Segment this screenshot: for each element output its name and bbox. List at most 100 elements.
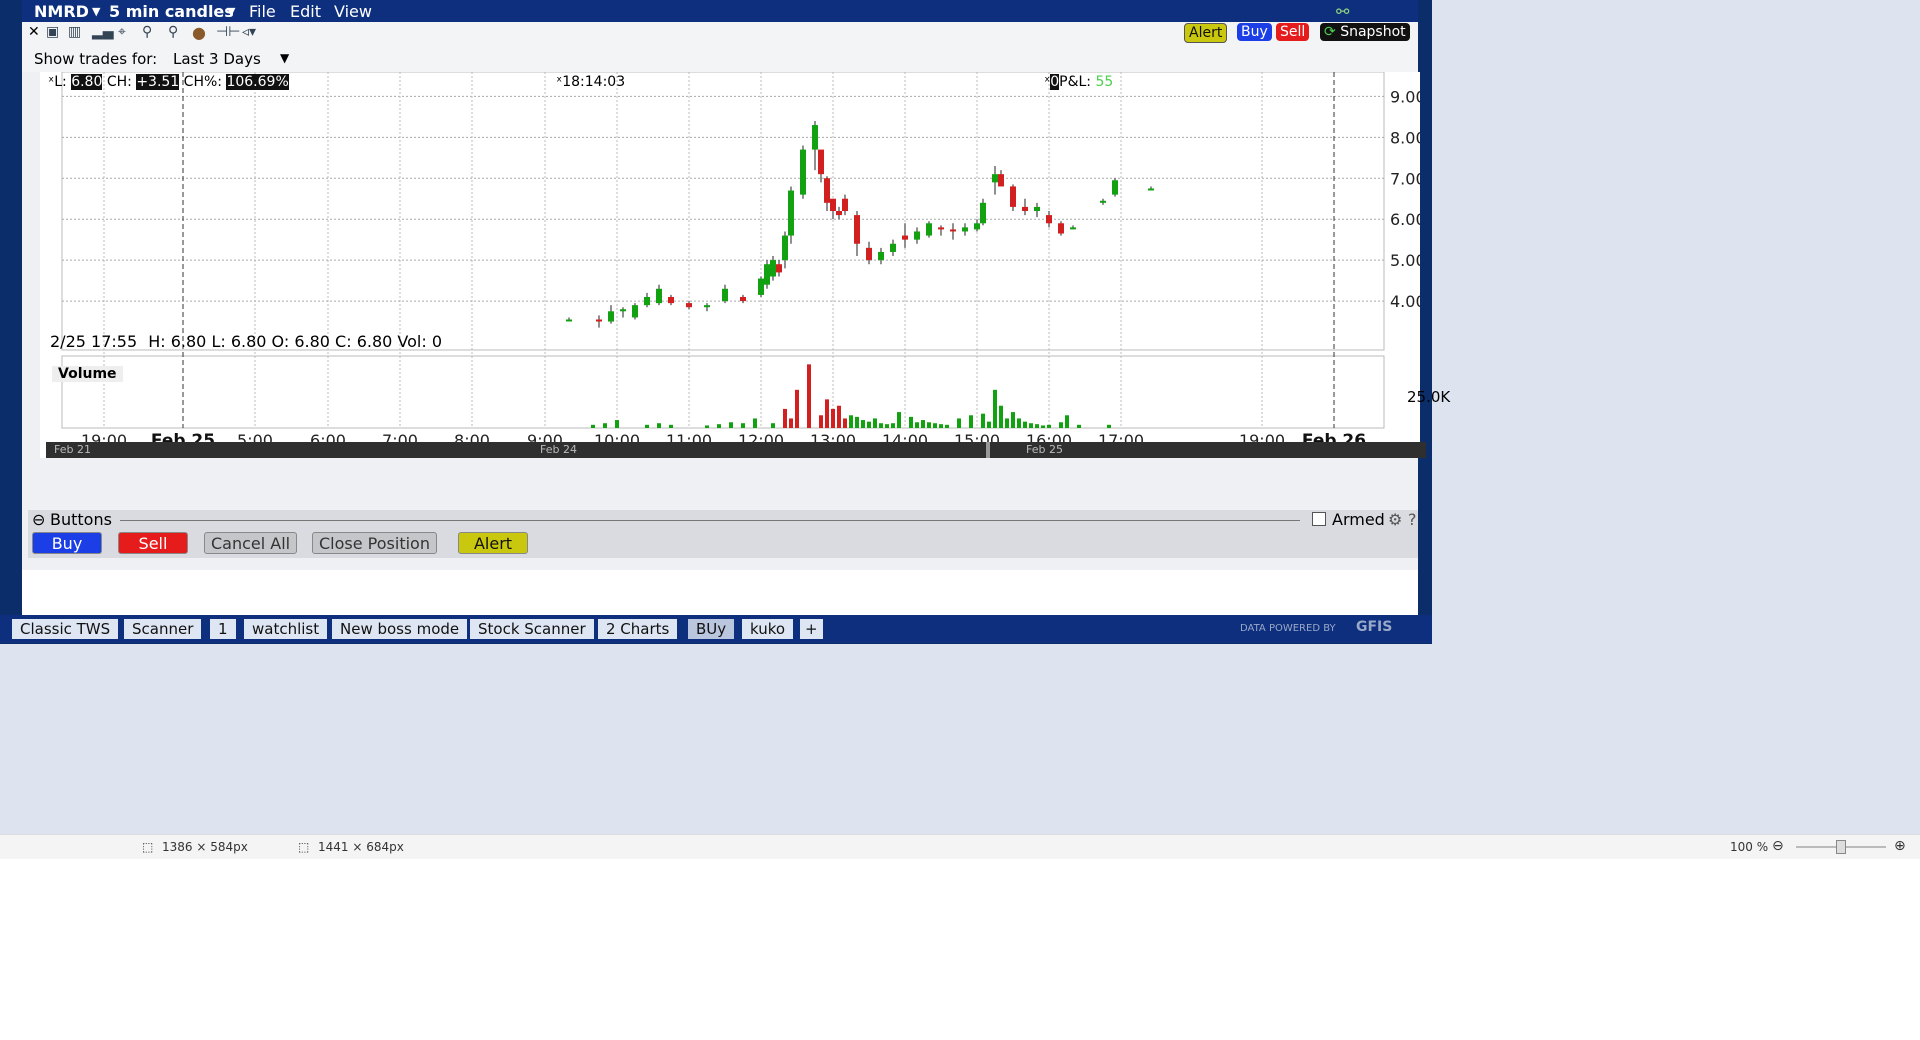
y-tick-label: 6.00	[1390, 210, 1420, 229]
link-icon[interactable]: ⚯	[1336, 2, 1349, 21]
candle-body	[770, 260, 776, 277]
data-powered-by: DATA POWERED BY	[1240, 623, 1336, 634]
timeframe-label[interactable]: 5 min candles	[109, 2, 234, 21]
menu-view[interactable]: View	[334, 2, 372, 21]
candle-body	[740, 296, 746, 302]
header-snapshot-button[interactable]: ⟳ Snapshot	[1320, 23, 1410, 41]
volume-bar	[789, 418, 793, 428]
tab-kuko[interactable]: kuko	[742, 619, 794, 639]
header-sell-button[interactable]: Sell	[1276, 23, 1310, 41]
tab-watchlist[interactable]: watchlist	[244, 619, 328, 639]
candle-body	[758, 278, 764, 295]
candle-body	[632, 305, 638, 318]
alert-button[interactable]: Alert	[458, 532, 528, 554]
close-icon[interactable]: ✕	[28, 24, 40, 40]
chart-type-icon[interactable]: ▣	[46, 24, 59, 40]
volume-bar	[867, 421, 871, 428]
volume-bar	[591, 424, 595, 428]
current-time: ˣ18:14:03	[556, 74, 625, 90]
volume-bar	[921, 420, 925, 428]
zoom-out-icon[interactable]: ⚲	[168, 24, 178, 40]
trades-period-select[interactable]: Last 3 Days	[173, 50, 261, 68]
volume-icon[interactable]: ▂▄	[92, 24, 114, 40]
canvas-size-icon: ⬚	[142, 840, 154, 854]
header-buy-button[interactable]: Buy	[1237, 23, 1272, 41]
cancel-all-button[interactable]: Cancel All	[204, 532, 298, 554]
tab-1[interactable]: 1	[210, 619, 236, 639]
menu-file[interactable]: File	[249, 2, 276, 21]
volume-bar	[957, 418, 961, 428]
tab-buy[interactable]: BUy	[688, 619, 735, 639]
volume-bar	[987, 421, 991, 428]
candle-body	[914, 231, 920, 240]
menu-edit[interactable]: Edit	[290, 2, 321, 21]
zoom-out-icon[interactable]: ⊖	[1772, 838, 1784, 854]
volume-bar	[783, 408, 787, 428]
status-bar: ⬚ 1386 × 584px ⬚ 1441 × 684px 100 % ⊖ ⊕	[0, 834, 1920, 859]
volume-bar	[615, 420, 619, 428]
change-label: CH:	[106, 74, 132, 90]
time-scrollbar[interactable]: Feb 21 Feb 24 Feb 25	[46, 442, 1426, 458]
y-tick-label: 5.00	[1390, 251, 1420, 270]
candle-body	[830, 198, 836, 211]
zoom-slider-thumb[interactable]	[1836, 840, 1846, 854]
globe-icon[interactable]: ●	[192, 23, 206, 42]
tab-2-charts[interactable]: 2 Charts	[598, 619, 678, 639]
sell-button[interactable]: Sell	[118, 532, 188, 554]
symbol-label[interactable]: NMRD	[34, 2, 89, 21]
refresh-icon: ⟳	[1324, 24, 1336, 40]
help-icon[interactable]: ?	[1408, 510, 1417, 529]
close-position-button[interactable]: Close Position	[312, 532, 437, 554]
chart-grid	[61, 71, 1385, 429]
candle-body	[608, 311, 614, 322]
price-axis: 9.00 8.00 7.00 6.00 5.00 4.00	[1390, 87, 1426, 311]
volume-bar	[939, 424, 943, 428]
chart-area[interactable]: 9.008.007.006.005.004.00 19:00Feb 255:00…	[40, 71, 1450, 458]
volume-bar	[1035, 424, 1039, 428]
candle-body	[1010, 186, 1016, 207]
header-alert-button[interactable]: Alert	[1184, 23, 1228, 43]
tab-stock-scanner[interactable]: Stock Scanner	[470, 619, 594, 639]
candle-body	[824, 178, 830, 203]
add-tab-button[interactable]: +	[800, 619, 823, 639]
more-tools-icon[interactable]: ◃▾	[242, 24, 256, 40]
divider	[120, 520, 1300, 521]
candle-body	[1022, 206, 1028, 211]
chevron-down-icon[interactable]: ▼	[280, 51, 289, 65]
tab-new-boss-mode[interactable]: New boss mode	[332, 619, 468, 639]
zoom-in-icon[interactable]: ⚲	[142, 24, 152, 40]
volume-bar	[1023, 421, 1027, 428]
candle-body	[950, 229, 956, 232]
volume-bar	[909, 416, 913, 428]
tab-classic-tws[interactable]: Classic TWS	[12, 619, 119, 639]
fit-icon[interactable]: ⊣⊢	[216, 24, 240, 40]
tab-scanner[interactable]: Scanner	[124, 619, 202, 639]
timeframe-dropdown-icon[interactable]: ▼	[227, 5, 235, 18]
volume-bar	[891, 423, 895, 428]
price-chart-svg[interactable]: 9.008.007.006.005.004.00 19:00Feb 255:00…	[40, 71, 1426, 458]
empty-panel	[22, 570, 1418, 616]
scroll-thumb[interactable]	[986, 442, 990, 458]
buy-button[interactable]: Buy	[32, 532, 102, 554]
trades-filter-row: Show trades for: Last 3 Days ▼	[22, 46, 1418, 72]
buttons-panel: ⊖ Buttons Armed ⚙ ? Buy Sell Cancel All …	[28, 510, 1418, 558]
collapse-icon[interactable]: ⊖	[32, 510, 45, 529]
volume-bar	[1077, 424, 1081, 428]
volume-bar	[1047, 424, 1051, 428]
zoom-in-icon[interactable]: ⊕	[1894, 838, 1906, 854]
candle-body	[668, 296, 674, 304]
volume-bar	[999, 405, 1003, 428]
canvas-size: 1386 × 584px	[162, 840, 248, 854]
image-size: 1441 × 684px	[318, 840, 404, 854]
crosshair-icon[interactable]: ⌖	[118, 24, 126, 40]
symbol-dropdown-icon[interactable]: ▼	[92, 5, 100, 18]
candle-body	[818, 149, 824, 175]
pl-amount: 55	[1095, 74, 1114, 90]
armed-checkbox[interactable]	[1312, 512, 1326, 526]
candle-body	[596, 319, 602, 322]
settings-icon[interactable]: ⚙	[1388, 510, 1402, 529]
bars-icon[interactable]: ▥	[68, 24, 81, 40]
candle-body	[776, 264, 782, 273]
candle-body	[854, 215, 860, 244]
volume-bar	[885, 424, 889, 428]
